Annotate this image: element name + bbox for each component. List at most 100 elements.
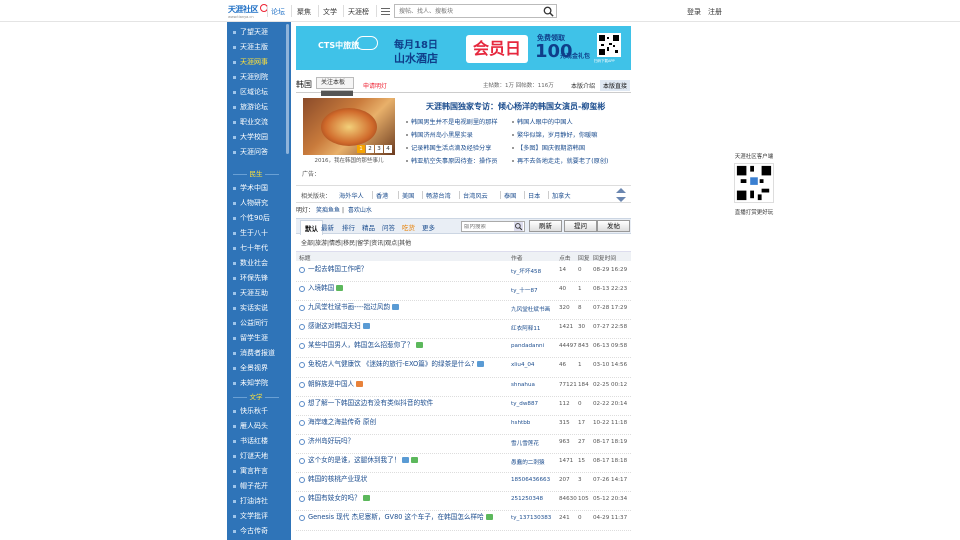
tab-2[interactable]: 排行 (342, 222, 355, 232)
tab-3[interactable]: 精品 (362, 222, 375, 232)
post-title-link[interactable]: 这个女的是谁，这腿休到我了！ (308, 456, 506, 465)
post-title-link[interactable]: Genesis 现代 杰尼塞斯，GV80 这个车子，在韩国怎么样哈 (308, 513, 506, 522)
ask-button[interactable]: 提问 (564, 220, 597, 232)
post-title-link[interactable]: 海岸魂之海盐传奇 原创 (308, 418, 506, 427)
post-author-link[interactable]: 251250348 (511, 496, 555, 502)
carousel-page-dot[interactable]: 4 (384, 145, 392, 153)
nav-literature-link[interactable]: 文学 (323, 7, 337, 17)
sidebar-scrollbar[interactable] (286, 24, 289, 154)
search-icon[interactable] (514, 222, 523, 231)
post-author-link[interactable]: xliu4_04 (511, 362, 555, 368)
post-title-link[interactable]: 九风堂杜斌书画----拙过风韵 (308, 303, 506, 312)
beacon-link[interactable]: 喜欢山水 (348, 207, 372, 214)
new-post-button[interactable]: 发帖 (597, 220, 630, 232)
tab-6[interactable]: 更多 (422, 222, 435, 232)
tab-0[interactable]: 默认 (300, 220, 323, 235)
sidebar-item[interactable]: 雁人码头 (227, 419, 285, 434)
sidebar-item[interactable]: 寓言杵言 (227, 464, 285, 479)
sidebar-item[interactable]: 打油诗社 (227, 494, 285, 509)
post-title-link[interactable]: 韩国的核桃产业现状 (308, 475, 506, 484)
sidebar-item[interactable]: 书话红楼 (227, 434, 285, 449)
sidebar-item[interactable]: 公益同行 (227, 316, 285, 331)
sidebar-item[interactable]: 天涯互助 (227, 286, 285, 301)
sidebar-item[interactable]: 消费者报道 (227, 346, 285, 361)
post-title-link[interactable]: 感谢这对韩国夫妇 (308, 322, 506, 331)
ad-banner[interactable]: CTS中旅旅 每月18日 山水酒店 会员日 免费领取 100 元现金礼包 扫码下… (296, 26, 631, 70)
post-title-link[interactable]: 想了解一下韩国这边有没有类似抖音的软件 (308, 399, 506, 408)
sidebar-item[interactable]: 了望天涯 (227, 25, 285, 40)
feature-link[interactable]: 韩国人眼中的中国人 (512, 117, 573, 126)
scroll-arrows-icon[interactable] (616, 188, 626, 202)
beacon-link[interactable]: 笑痴鱼鱼 (316, 207, 340, 214)
nav-ranking-link[interactable]: 天涯榜 (348, 7, 369, 17)
sidebar-item[interactable]: 文学批评 (227, 509, 285, 524)
related-board-link[interactable]: 泰国 (504, 191, 516, 200)
sidebar-item[interactable]: 帽子花开 (227, 479, 285, 494)
tab-4[interactable]: 问答 (382, 222, 395, 232)
related-board-link[interactable]: 日本 (528, 191, 540, 200)
post-title-link[interactable]: 入境韩国 (308, 284, 506, 293)
feature-link[interactable]: 记录韩国生活点滴及经验分享 (406, 143, 491, 152)
related-board-link[interactable]: 海外华人 (339, 191, 364, 200)
menu-icon[interactable] (381, 6, 390, 15)
login-link[interactable]: 登录 (687, 7, 701, 17)
sidebar-item[interactable]: 个性90后 (227, 211, 285, 226)
post-title-link[interactable]: 免税店人气健康饮 《迷妹的旅行-EXO篇》的绿茶是什么? (308, 360, 506, 369)
related-board-link[interactable]: 台湾风云 (463, 191, 488, 200)
refresh-button[interactable]: 刷新 (529, 220, 562, 232)
post-title-link[interactable]: 韩国有妓女的吗？ (308, 494, 506, 503)
sidebar-item[interactable]: 天涯别院 (227, 70, 285, 85)
post-author-link[interactable]: 雪儿雪莲花 (511, 439, 555, 447)
sidebar-item[interactable]: 天涯问答 (227, 145, 285, 160)
board-search-input[interactable] (462, 224, 512, 230)
sidebar-item[interactable]: 数业社会 (227, 256, 285, 271)
category-filter[interactable]: 全部|旅游|情感|移民|留学|资讯|观点|其他 (301, 238, 411, 247)
board-direct-link[interactable]: 本版直接 (600, 80, 631, 91)
feature-link[interactable]: 韩国济州岛小黑屋实录 (406, 130, 473, 139)
post-author-link[interactable]: ty_坏坏458 (511, 267, 555, 275)
sidebar-item[interactable]: 职业交流 (227, 115, 285, 130)
nav-forum-link[interactable]: 论坛 (271, 7, 285, 17)
sidebar-item[interactable]: 快乐秋千 (227, 404, 285, 419)
post-author-link[interactable]: ty_十一87 (511, 286, 555, 294)
sidebar-item[interactable]: 大学校园 (227, 130, 285, 145)
sidebar-item[interactable]: 人物研究 (227, 196, 285, 211)
tab-5[interactable]: 吃货 (402, 222, 415, 232)
tab-1[interactable]: 最新 (321, 222, 334, 232)
app-qr-panel[interactable]: 天涯社区客户端 直播打赏更好玩 (728, 152, 780, 216)
sidebar-item[interactable]: 天涯主版 (227, 40, 285, 55)
related-board-link[interactable]: 畅游台湾 (426, 191, 451, 200)
sidebar-item[interactable]: 全景视界 (227, 361, 285, 376)
post-title-link[interactable]: 某些中国男人，韩国怎么招惹你了？ (308, 341, 506, 350)
sidebar-item[interactable]: 留学生涯 (227, 331, 285, 346)
search-icon[interactable] (543, 6, 554, 17)
post-author-link[interactable]: ty_dw887 (511, 401, 555, 407)
related-board-link[interactable]: 加拿大 (552, 191, 571, 200)
apply-beacon-link[interactable]: 申请明灯 (363, 81, 387, 90)
sidebar-item[interactable]: 灯谜天地 (227, 449, 285, 464)
feature-headline[interactable]: 天涯韩国独家专访：倾心杨洋的韩国女演员-柳玺彬 (426, 101, 605, 112)
post-title-link[interactable]: 一起去韩国工作吧？ (308, 265, 506, 274)
post-author-link[interactable]: ty_137130383 (511, 515, 555, 521)
feature-caption[interactable]: 2016，我在韩国的那些事儿 (303, 156, 395, 164)
post-title-link[interactable]: 朝鲜族是中国人 (308, 380, 506, 389)
feature-link[interactable]: 再不去各地走走，就要老了(原创) (512, 156, 608, 165)
follow-board-button[interactable]: 关注本板 (316, 77, 354, 118)
carousel-page-dot[interactable]: 2 (366, 145, 374, 153)
global-search-input[interactable] (395, 5, 535, 17)
post-author-link[interactable]: 红衣阿释11 (511, 324, 555, 332)
carousel-page-dot[interactable]: 3 (375, 145, 383, 153)
related-board-link[interactable]: 香港 (376, 191, 388, 200)
post-title-link[interactable]: 济州岛好玩吗？ (308, 437, 506, 446)
sidebar-item[interactable]: 今古传奇 (227, 524, 285, 539)
post-author-link[interactable]: hshtbb (511, 420, 555, 426)
board-intro-link[interactable]: 本版介绍 (571, 81, 595, 90)
feature-link[interactable]: 韩亚航空失事原因待查：操作员 (406, 156, 498, 165)
feature-link[interactable]: 【多图】国庆假期游韩国 (512, 143, 585, 152)
post-author-link[interactable]: 愚蠢的二刺猿 (511, 458, 555, 466)
feature-link[interactable]: 韩国男生并不是电视剧里的那样 (406, 117, 498, 126)
feature-link[interactable]: 繁华似锦，岁月静好，你暖嘛 (512, 130, 597, 139)
sidebar-item[interactable]: 未知学院 (227, 376, 285, 391)
tianya-logo[interactable]: 天涯社区 www.tianya.cn (228, 4, 268, 20)
sidebar-item[interactable]: 旅游论坛 (227, 100, 285, 115)
